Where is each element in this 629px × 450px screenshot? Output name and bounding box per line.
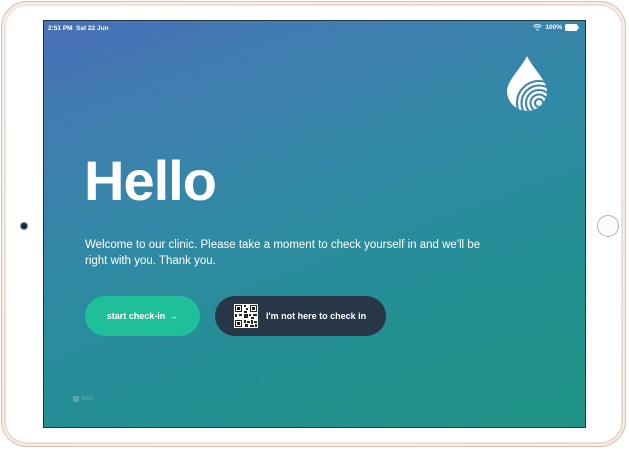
welcome-message: Welcome to our clinic. Please take a mom…: [85, 239, 481, 267]
status-date: Sat 22 Jun: [76, 25, 109, 32]
check-in-screen: 2:51 PM Sat 22 Jun 100% Hello Welcome to…: [44, 21, 585, 427]
exit-icon: [73, 395, 79, 402]
status-indicators: 100%: [533, 24, 579, 31]
not-here-label: I'm not here to check in: [266, 311, 367, 321]
water-drop-fingerprint-logo: [507, 56, 547, 111]
front-camera: [21, 223, 27, 229]
status-bar: 2:51 PM Sat 22 Jun 100%: [44, 21, 585, 35]
home-button[interactable]: [597, 215, 619, 237]
not-here-to-check-in-button[interactable]: I'm not here to check in: [215, 296, 386, 336]
battery-icon: [565, 24, 579, 31]
page-title: Hello: [84, 149, 217, 212]
battery-percent: 100%: [545, 24, 562, 31]
qr-code-icon: [234, 304, 258, 328]
start-check-in-button[interactable]: start check-in →: [85, 296, 200, 336]
status-time: 2:51 PM: [48, 25, 73, 32]
arrow-right-icon: →: [169, 311, 179, 321]
start-check-in-label: start check-in: [106, 311, 166, 321]
wifi-icon: [533, 24, 543, 31]
exit-link[interactable]: exit: [73, 395, 93, 402]
exit-label: exit: [82, 395, 93, 402]
